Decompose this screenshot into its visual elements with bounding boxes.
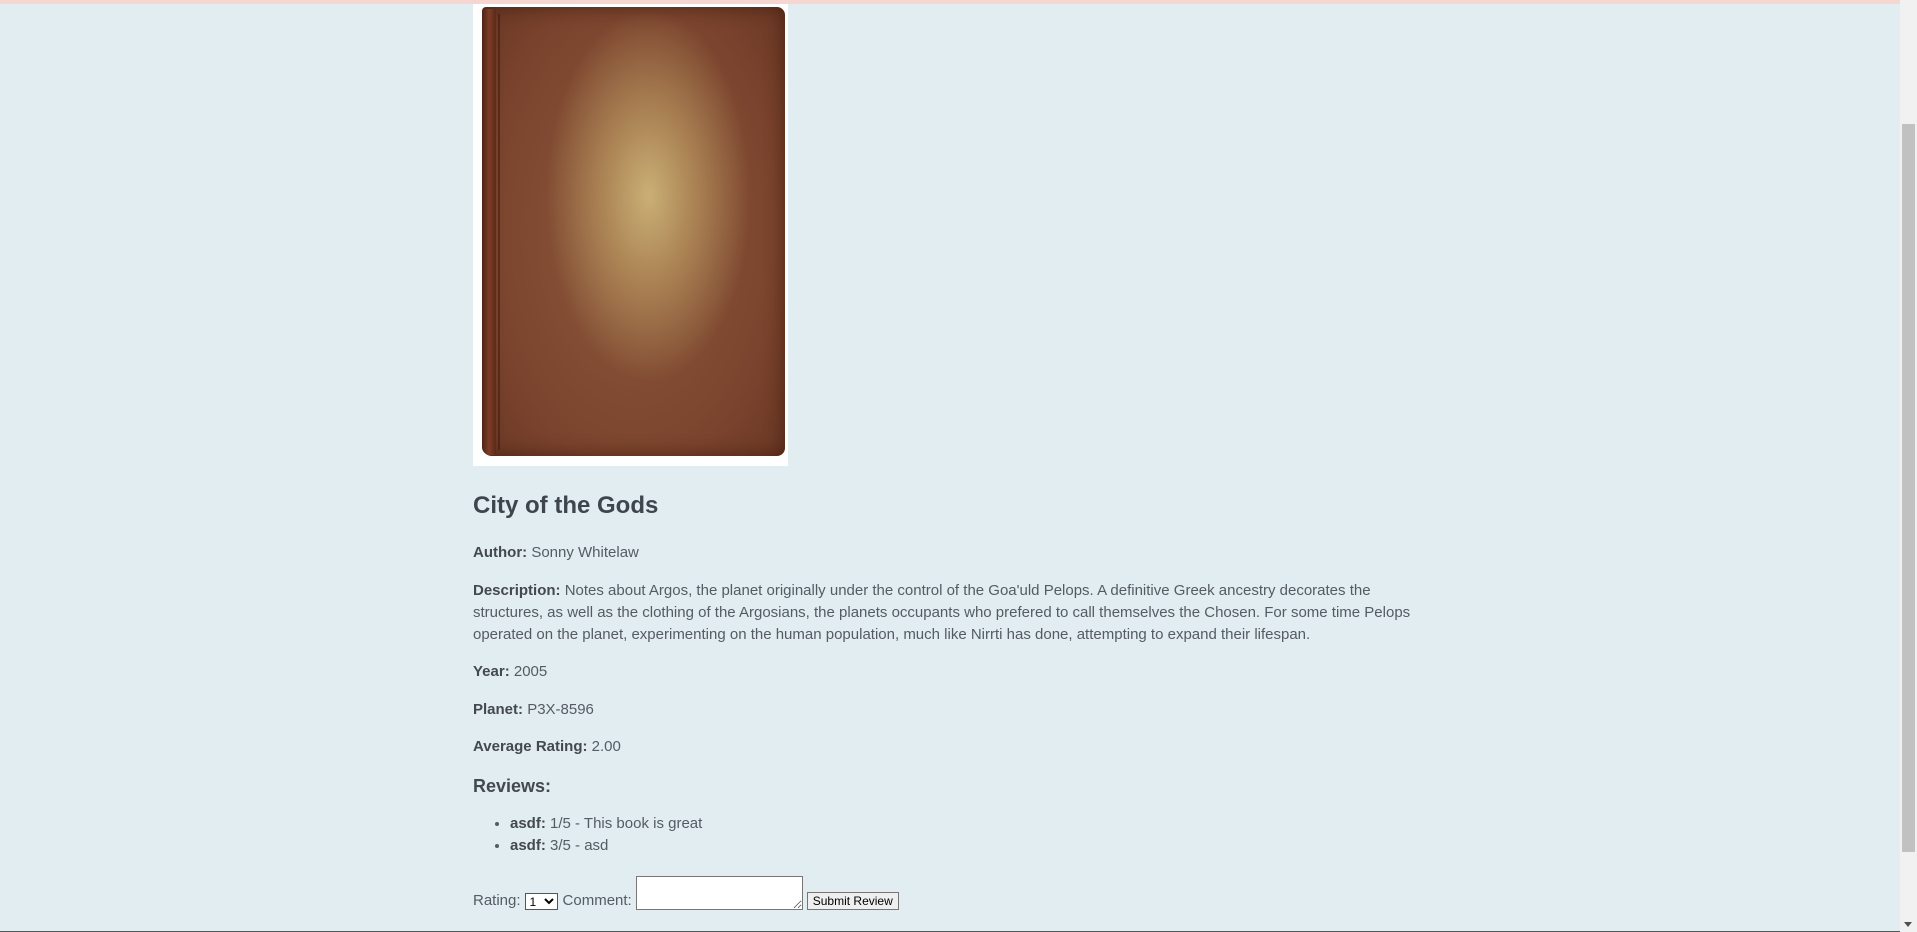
review-form: Rating: 1 2 3 4 5 Comment: Submit Review (473, 874, 1423, 910)
rating-label: Rating: (473, 892, 521, 909)
comment-input[interactable] (635, 876, 803, 910)
planet-field: Planet: P3X-8596 (473, 699, 1423, 721)
planet-label: Planet: (473, 701, 524, 718)
description-label: Description: (473, 582, 561, 599)
average-rating-field: Average Rating: 2.00 (473, 736, 1423, 758)
author-label: Author: (473, 544, 528, 561)
book-cover-image (473, 4, 788, 466)
author-field: Author: Sonny Whitelaw (473, 542, 1423, 564)
vertical-scrollbar[interactable] (1900, 0, 1917, 932)
description-value: Notes about Argos, the planet originally… (473, 582, 1411, 643)
description-field: Description: Notes about Argos, the plan… (473, 580, 1423, 646)
planet-value: P3X-8596 (527, 701, 594, 718)
book-cover-hinge (498, 14, 500, 450)
review-item: asdf: 3/5 - asd (510, 835, 1423, 857)
book-detail: City of the Gods Author: Sonny Whitelaw … (473, 4, 1423, 910)
book-cover-spine (482, 9, 496, 455)
scroll-down-arrow-icon[interactable] (1904, 922, 1912, 927)
review-text: 1/5 - This book is great (550, 815, 703, 832)
author-value: Sonny Whitelaw (531, 544, 639, 561)
year-value: 2005 (513, 663, 548, 680)
book-title: City of the Gods (473, 492, 659, 519)
review-item: asdf: 1/5 - This book is great (510, 813, 1423, 835)
book-cover-board (482, 7, 785, 456)
submit-review-button[interactable]: Submit Review (806, 892, 899, 910)
reviews-list: asdf: 1/5 - This book is great asdf: 3/5… (473, 813, 1423, 857)
rating-select[interactable]: 1 2 3 4 5 (524, 893, 558, 910)
reviews-heading: Reviews: (473, 776, 552, 796)
comment-label: Comment: (562, 892, 632, 909)
year-field: Year: 2005 (473, 661, 1423, 683)
review-text: 3/5 - asd (550, 837, 609, 854)
average-rating-label: Average Rating: (473, 738, 588, 755)
review-user: asdf: (510, 815, 546, 832)
average-rating-value: 2.00 (591, 738, 621, 755)
scrollbar-thumb[interactable] (1902, 124, 1915, 852)
review-user: asdf: (510, 837, 546, 854)
year-label: Year: (473, 663, 510, 680)
